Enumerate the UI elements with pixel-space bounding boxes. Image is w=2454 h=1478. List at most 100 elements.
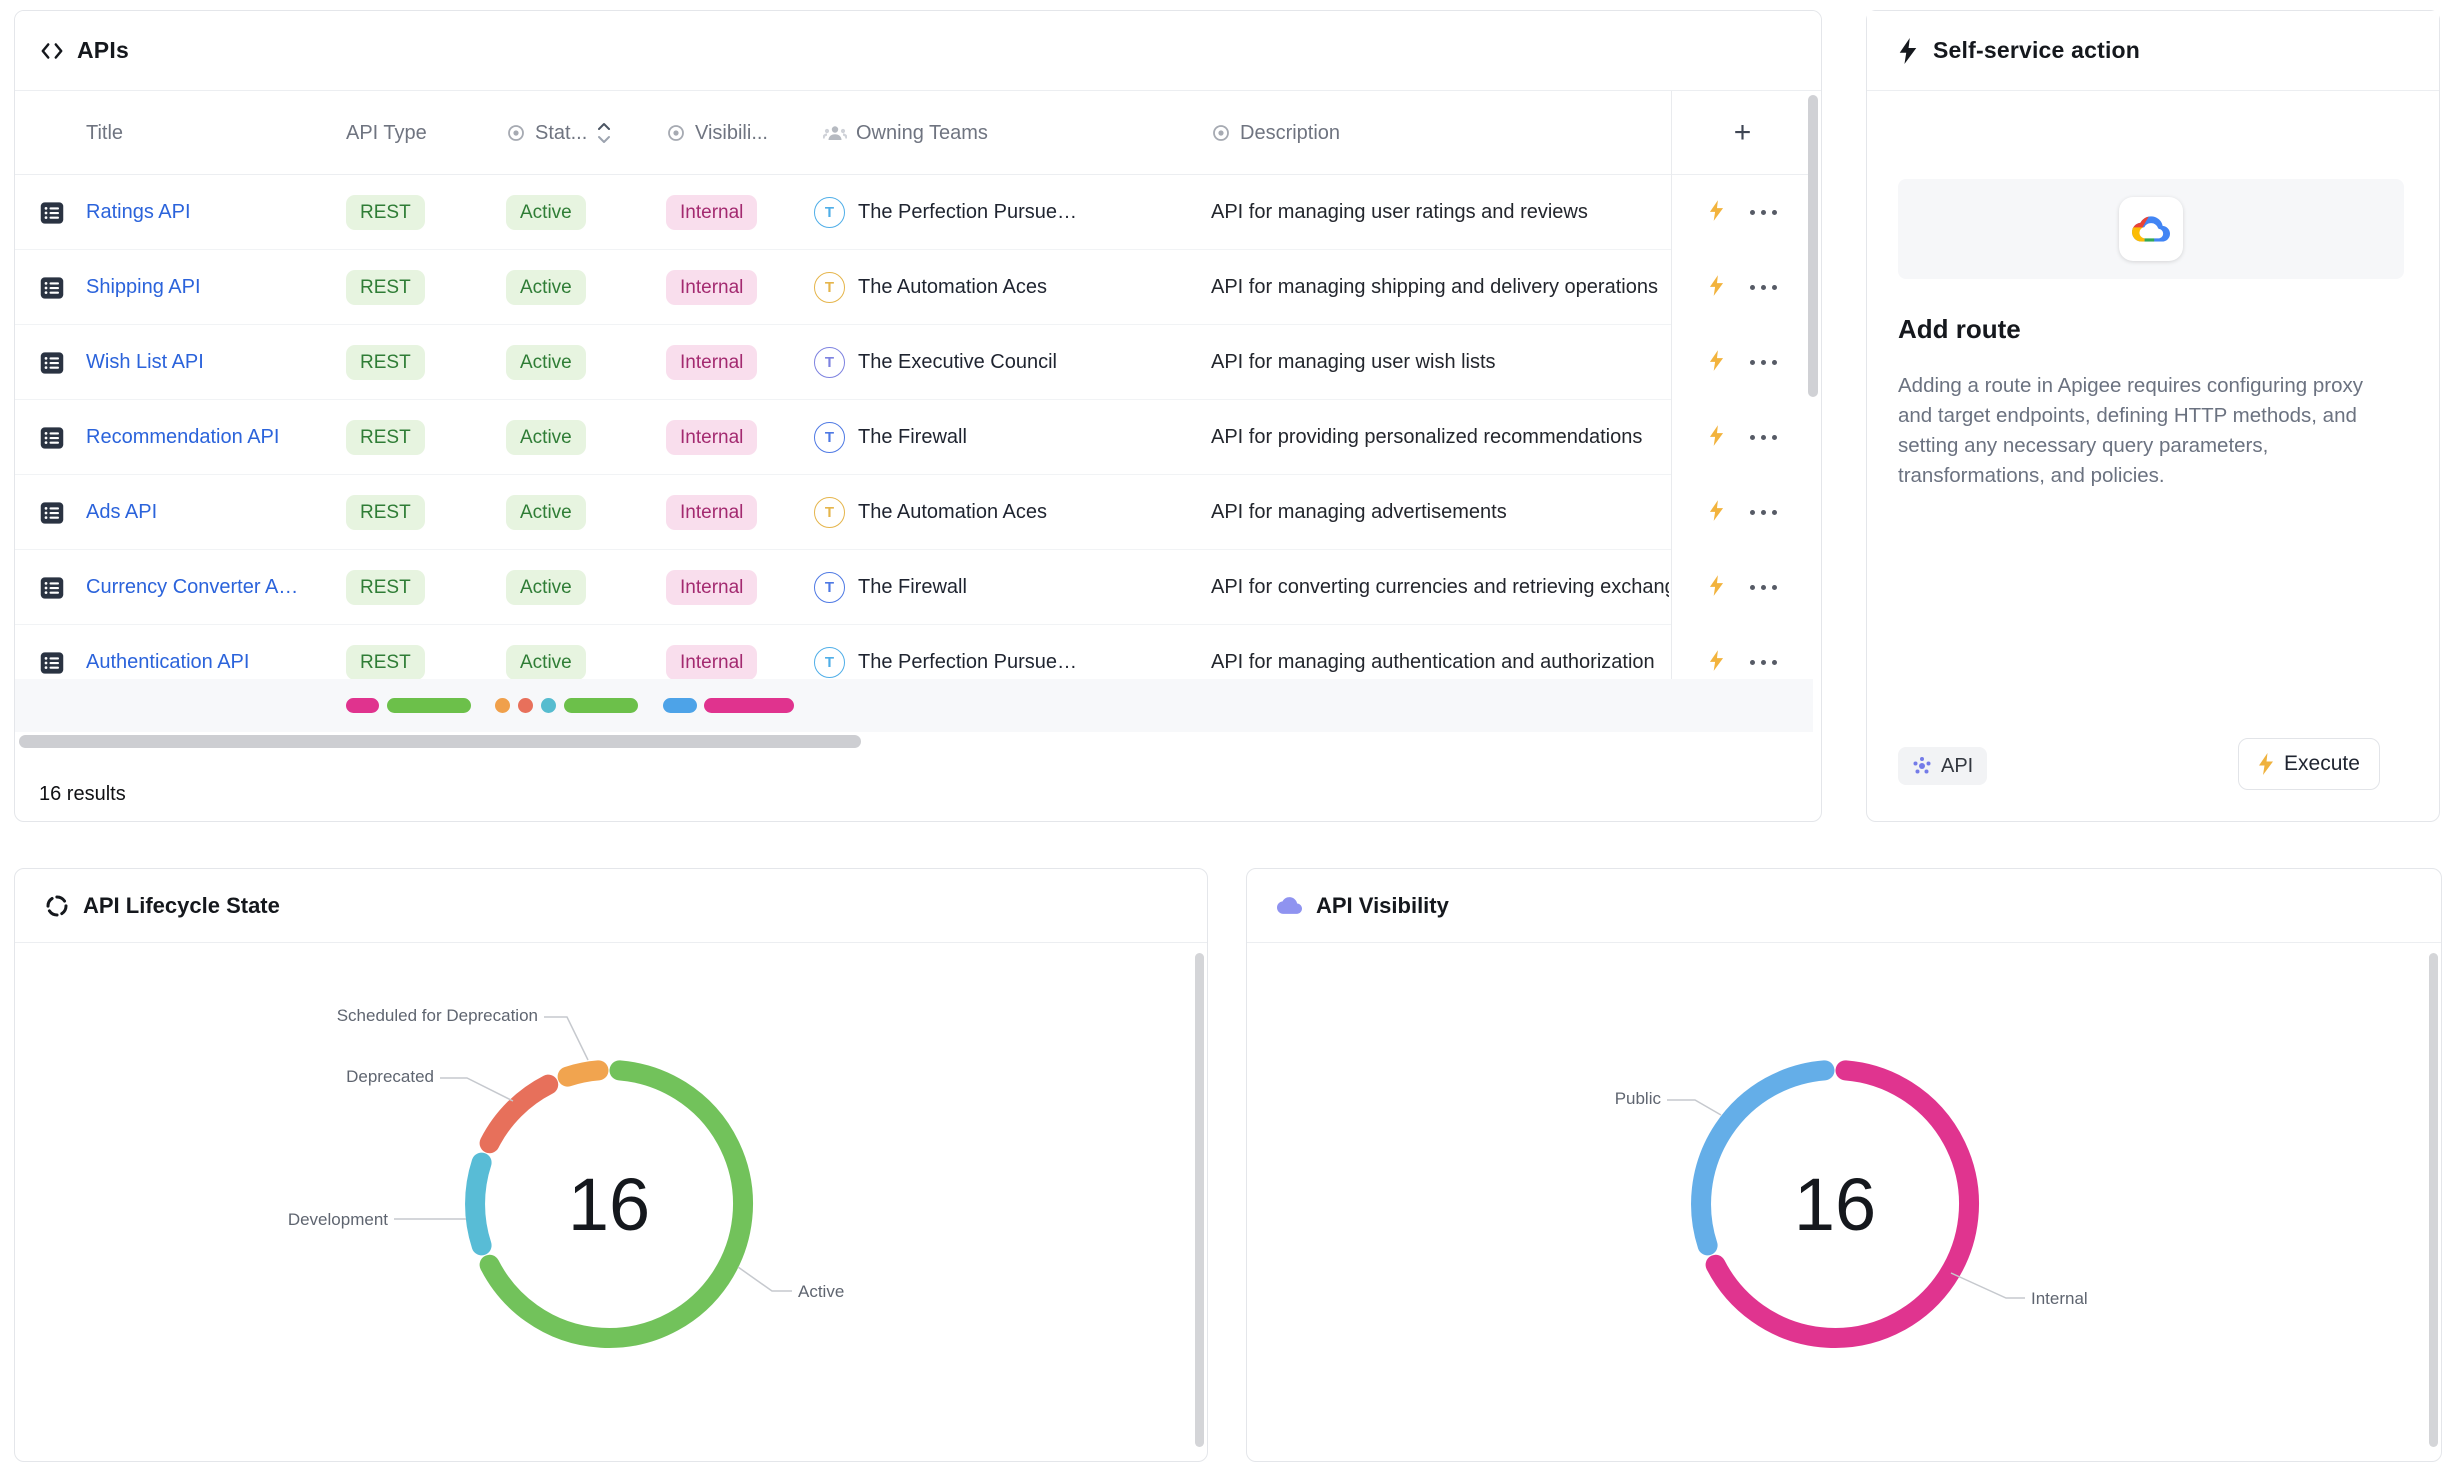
column-header-description[interactable]: Description [1211, 91, 1340, 175]
entity-title-link[interactable]: Wish List API [86, 325, 338, 400]
api-type-badge: REST [346, 270, 425, 306]
entity-table-icon [37, 498, 67, 528]
entity-title-link[interactable]: Shipping API [86, 250, 338, 325]
row-menu-button[interactable] [1750, 210, 1777, 215]
entity-icon-cell [37, 250, 81, 325]
blueprint-chip-api[interactable]: API [1898, 747, 1987, 785]
entity-icon-cell [37, 550, 81, 625]
column-header-api-type[interactable]: API Type [346, 91, 427, 175]
visibility-chart-card: API Visibility PublicInternal16 [1246, 868, 2442, 1462]
row-menu-button[interactable] [1750, 285, 1777, 290]
lifecycle-chart-title: API Lifecycle State [83, 893, 280, 919]
team-people-icon [823, 123, 847, 143]
code-brackets-icon [39, 38, 65, 64]
team-avatar: T [814, 422, 845, 453]
owning-team-cell[interactable]: TThe Executive Council [814, 325, 1202, 400]
sort-chevrons-icon[interactable] [596, 120, 612, 146]
description-cell: API for managing advertisements [1211, 475, 1669, 550]
team-name: The Automation Aces [858, 276, 1047, 299]
apis-card-title: APIs [77, 37, 129, 64]
vertical-scrollbar-thumb[interactable] [1808, 95, 1818, 397]
team-avatar: T [814, 572, 845, 603]
api-type-cell: REST [346, 250, 498, 325]
donut-segment-label: Active [798, 1282, 844, 1301]
status-badge: Active [506, 645, 586, 679]
column-header-status[interactable]: Stat... [506, 91, 612, 175]
target-icon [506, 123, 526, 143]
description-cell: API for converting currencies and retrie… [1211, 550, 1669, 625]
lightning-icon [2258, 753, 2274, 775]
summary-pill [541, 698, 556, 713]
entity-table-icon [37, 423, 67, 453]
api-type-cell: REST [346, 625, 498, 679]
summary-pill [518, 698, 533, 713]
blueprint-icon [1912, 756, 1932, 776]
run-action-lightning-icon [1709, 425, 1724, 446]
visibility-donut-chart: PublicInternal16 [1247, 943, 2441, 1461]
donut-total-count: 16 [1794, 1163, 1876, 1246]
visibility-cell: Internal [666, 475, 814, 550]
horizontal-scrollbar[interactable] [15, 733, 1813, 751]
vertical-scrollbar-thumb[interactable] [1195, 953, 1204, 1447]
visibility-cell: Internal [666, 550, 814, 625]
entity-icon-cell [37, 400, 81, 475]
run-action-button[interactable] [1709, 650, 1724, 676]
owning-team-cell[interactable]: TThe Perfection Pursue… [814, 175, 1202, 250]
entity-title-link[interactable]: Authentication API [86, 625, 338, 679]
api-type-cell: REST [346, 550, 498, 625]
donut-segment-label: Scheduled for Deprecation [337, 1006, 538, 1025]
entity-title-link[interactable]: Recommendation API [86, 400, 338, 475]
column-header-visibility[interactable]: Visibili... [666, 91, 768, 175]
run-action-button[interactable] [1709, 425, 1724, 451]
donut-total-count: 16 [568, 1163, 650, 1246]
self-service-action-card: Self-service action Add route Adding a r… [1866, 10, 2440, 822]
api-type-badge: REST [346, 420, 425, 456]
lightning-icon [1897, 38, 1919, 64]
summary-pill [663, 698, 697, 713]
donut-segment-label: Public [1615, 1089, 1662, 1108]
api-type-badge: REST [346, 345, 425, 381]
run-action-button[interactable] [1709, 275, 1724, 301]
column-header-owning-teams[interactable]: Owning Teams [823, 91, 988, 175]
owning-team-cell[interactable]: TThe Firewall [814, 400, 1202, 475]
row-menu-button[interactable] [1750, 360, 1777, 365]
table-row: Authentication APIRESTActive Internal TThe… [15, 625, 1813, 679]
horizontal-scrollbar-thumb[interactable] [19, 735, 861, 748]
vertical-scrollbar-thumb[interactable] [2429, 953, 2438, 1447]
action-card-header: Self-service action [1867, 11, 2439, 91]
status-badge: Active [506, 345, 586, 381]
entity-title-link[interactable]: Ads API [86, 475, 338, 550]
row-menu-button[interactable] [1750, 435, 1777, 440]
visibility-cell: Internal [666, 400, 814, 475]
owning-team-cell[interactable]: TThe Automation Aces [814, 250, 1202, 325]
status-cell: Active [506, 550, 658, 625]
owning-team-cell[interactable]: T The Automation Aces [814, 475, 1202, 550]
entity-table-icon [37, 198, 67, 228]
owning-team-cell[interactable]: TThe Firewall [814, 550, 1202, 625]
add-column-button[interactable]: + [1671, 91, 1813, 175]
entity-title-link[interactable]: Ratings API [86, 175, 338, 250]
results-count: 16 results [39, 771, 126, 817]
run-action-button[interactable] [1709, 200, 1724, 226]
row-actions-cell [1671, 475, 1813, 550]
run-action-button[interactable] [1709, 575, 1724, 601]
run-action-button[interactable] [1709, 500, 1724, 526]
row-menu-button[interactable] [1750, 510, 1777, 515]
visibility-badge: Internal [666, 645, 757, 679]
description-cell: API for managing user ratings and review… [1211, 175, 1669, 250]
column-header-title[interactable]: Title [86, 91, 123, 175]
execute-button[interactable]: Execute [2238, 738, 2380, 790]
lifecycle-icon [45, 894, 69, 918]
team-name: The Automation Aces [858, 501, 1047, 524]
team-avatar: T [814, 497, 845, 528]
row-menu-button[interactable] [1750, 660, 1777, 665]
owning-team-cell[interactable]: TThe Perfection Pursue… [814, 625, 1202, 679]
entity-title-link[interactable]: Currency Converter A… [86, 550, 338, 625]
status-cell: Active [506, 175, 658, 250]
entity-icon-cell [37, 625, 81, 679]
lifecycle-donut-chart: Scheduled for DeprecationDeprecatedDevel… [15, 943, 1207, 1461]
row-menu-button[interactable] [1750, 585, 1777, 590]
visibility-cell: Internal [666, 175, 814, 250]
visibility-badge: Internal [666, 270, 757, 306]
run-action-button[interactable] [1709, 350, 1724, 376]
